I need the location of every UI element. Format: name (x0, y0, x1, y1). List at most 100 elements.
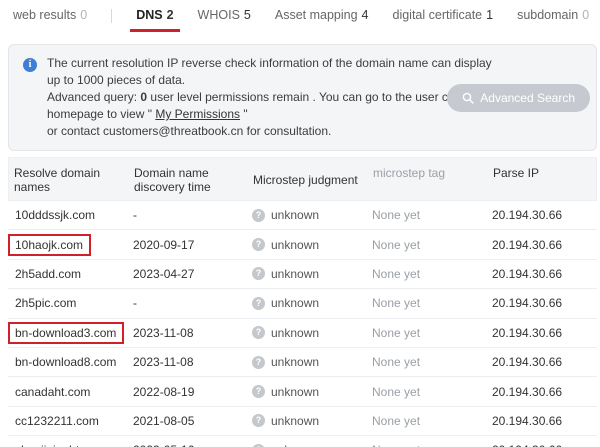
judgment-cell: ? unknown (252, 238, 372, 252)
question-mark-icon: ? (252, 209, 265, 222)
domain-link[interactable]: 2h5pic.com (8, 292, 84, 314)
question-mark-icon: ? (252, 356, 265, 369)
header-parse-ip: Parse IP (493, 166, 596, 194)
header-resolve-domain-names: Resolve domain names (14, 166, 134, 194)
discovery-date-cell: 2020-09-17 (133, 238, 252, 252)
table-row: canadaht.com2022-08-19?unknownNone yet20… (8, 377, 597, 406)
domain-cell: bn-download8.com (13, 351, 133, 373)
discovery-date-cell: 2023-04-27 (133, 267, 252, 281)
question-mark-icon: ? (252, 414, 265, 427)
domain-cell: 10dddssjk.com (13, 204, 133, 226)
discovery-date-cell: 2022-08-19 (133, 385, 252, 399)
parse-ip-cell: 20.194.30.66 (492, 238, 597, 252)
domain-cell: 2h5pic.com (13, 292, 133, 314)
tab-web-results[interactable]: web results0 (13, 0, 87, 32)
table-row: bn-download3.com2023-11-08?unknownNone y… (8, 319, 597, 348)
notice-line-3: or contact customers@threatbook.cn for c… (47, 123, 496, 140)
domain-link-highlight-box[interactable]: 10haojk.com (8, 234, 91, 256)
question-mark-icon: ? (252, 267, 265, 280)
discovery-date-cell: 2023-11-08 (133, 326, 252, 340)
domain-cell: canadaht.com (13, 381, 133, 403)
search-icon (462, 92, 474, 104)
tab-count: 4 (362, 8, 369, 22)
table-body: 10dddssjk.com-?unknownNone yet20.194.30.… (8, 201, 597, 447)
judgment-cell: ? unknown (252, 414, 372, 428)
tab-label: WHOIS (198, 8, 240, 22)
judgment-label: unknown (271, 443, 319, 447)
parse-ip-cell: 20.194.30.66 (492, 326, 597, 340)
domain-link[interactable]: chaojiqianht.com (8, 439, 113, 447)
question-mark-icon: ? (252, 297, 265, 310)
domain-cell: 10haojk.com (13, 234, 133, 256)
judgment-label: unknown (271, 385, 319, 399)
parse-ip-cell: 20.194.30.66 (492, 443, 597, 447)
domain-cell: bn-download3.com (13, 322, 133, 344)
judgment-label: unknown (271, 414, 319, 428)
my-permissions-link[interactable]: My Permissions (155, 107, 240, 121)
tab-label: DNS (136, 8, 162, 22)
tab-label: web results (13, 8, 76, 22)
question-mark-icon: ? (252, 385, 265, 398)
domain-link[interactable]: 10dddssjk.com (8, 204, 103, 226)
judgment-label: unknown (271, 296, 319, 310)
tab-subdomain[interactable]: subdomain0 (517, 0, 589, 32)
question-mark-icon: ? (252, 238, 265, 251)
tab-count: 0 (582, 8, 589, 22)
tab-label: digital certificate (393, 8, 483, 22)
tab-label: Asset mapping (275, 8, 358, 22)
judgment-cell: ? unknown (252, 208, 372, 222)
parse-ip-cell: 20.194.30.66 (492, 208, 597, 222)
table-header-row: Resolve domain names Domain name discove… (8, 157, 597, 201)
judgment-label: unknown (271, 326, 319, 340)
microstep-tag-cell: None yet (372, 326, 492, 340)
domain-link[interactable]: bn-download8.com (8, 351, 124, 373)
tab-count: 2 (167, 8, 174, 22)
table-row: 2h5add.com2023-04-27?unknownNone yet20.1… (8, 260, 597, 289)
judgment-cell: ? unknown (252, 296, 372, 310)
table-row: bn-download8.com2023-11-08?unknownNone y… (8, 348, 597, 377)
tab-asset-mapping[interactable]: Asset mapping 4 (275, 0, 369, 32)
parse-ip-cell: 20.194.30.66 (492, 414, 597, 428)
judgment-label: unknown (271, 208, 319, 222)
advanced-search-button[interactable]: Advanced Search (447, 84, 590, 112)
judgment-label: unknown (271, 238, 319, 252)
dns-results-table: Resolve domain names Domain name discove… (8, 157, 597, 447)
tab-whois[interactable]: WHOIS5 (198, 0, 251, 32)
discovery-date-cell: - (133, 208, 252, 222)
judgment-cell: ?unknown (252, 443, 372, 447)
parse-ip-cell: 20.194.30.66 (492, 267, 597, 281)
microstep-tag-cell: None yet (372, 208, 492, 222)
tab-digital-certificate[interactable]: digital certificate1 (393, 0, 494, 32)
domain-cell: 2h5add.com (13, 263, 133, 285)
judgment-cell: ?unknown (252, 355, 372, 369)
parse-ip-cell: 20.194.30.66 (492, 355, 597, 369)
parse-ip-cell: 20.194.30.66 (492, 296, 597, 310)
notice-line-2: Advanced query: 0 user level permissions… (47, 89, 496, 123)
microstep-tag-cell: None yet (372, 414, 492, 428)
notice-line-1: The current resolution IP reverse check … (47, 55, 496, 89)
info-icon: i (23, 58, 37, 72)
judgment-cell: ? unknown (252, 385, 372, 399)
discovery-date-cell: 2023-11-08 (133, 355, 252, 369)
tab-dns[interactable]: DNS 2 (136, 0, 173, 32)
table-row: 2h5pic.com-?unknownNone yet20.194.30.66 (8, 289, 597, 318)
tab-divider (111, 9, 112, 23)
domain-cell: chaojiqianht.com (13, 439, 133, 447)
discovery-date-cell: - (133, 296, 252, 310)
microstep-tag-cell: None yet (372, 355, 492, 369)
microstep-tag-cell: None yet (372, 267, 492, 281)
parse-ip-cell: 20.194.30.66 (492, 385, 597, 399)
domain-link[interactable]: cc1232211.com (8, 410, 107, 432)
notice-box: i The current resolution IP reverse chec… (8, 44, 597, 151)
domain-link[interactable]: 2h5add.com (8, 263, 89, 285)
table-row: chaojiqianht.com2023-05-16?unknownNone y… (8, 436, 597, 447)
domain-link-highlight-box[interactable]: bn-download3.com (8, 322, 124, 344)
table-row: cc1232211.com2021-08-05?unknownNone yet2… (8, 407, 597, 436)
header-microstep-tag: microstep tag (373, 166, 493, 194)
microstep-tag-cell: None yet (372, 385, 492, 399)
table-row: 10haojk.com2020-09-17?unknownNone yet20.… (8, 230, 597, 259)
domain-cell: cc1232211.com (13, 410, 133, 432)
header-microstep-judgment: Microstep judgment (253, 166, 373, 194)
header-domain-discovery-time: Domain name discovery time (134, 166, 253, 194)
domain-link[interactable]: canadaht.com (8, 381, 98, 403)
